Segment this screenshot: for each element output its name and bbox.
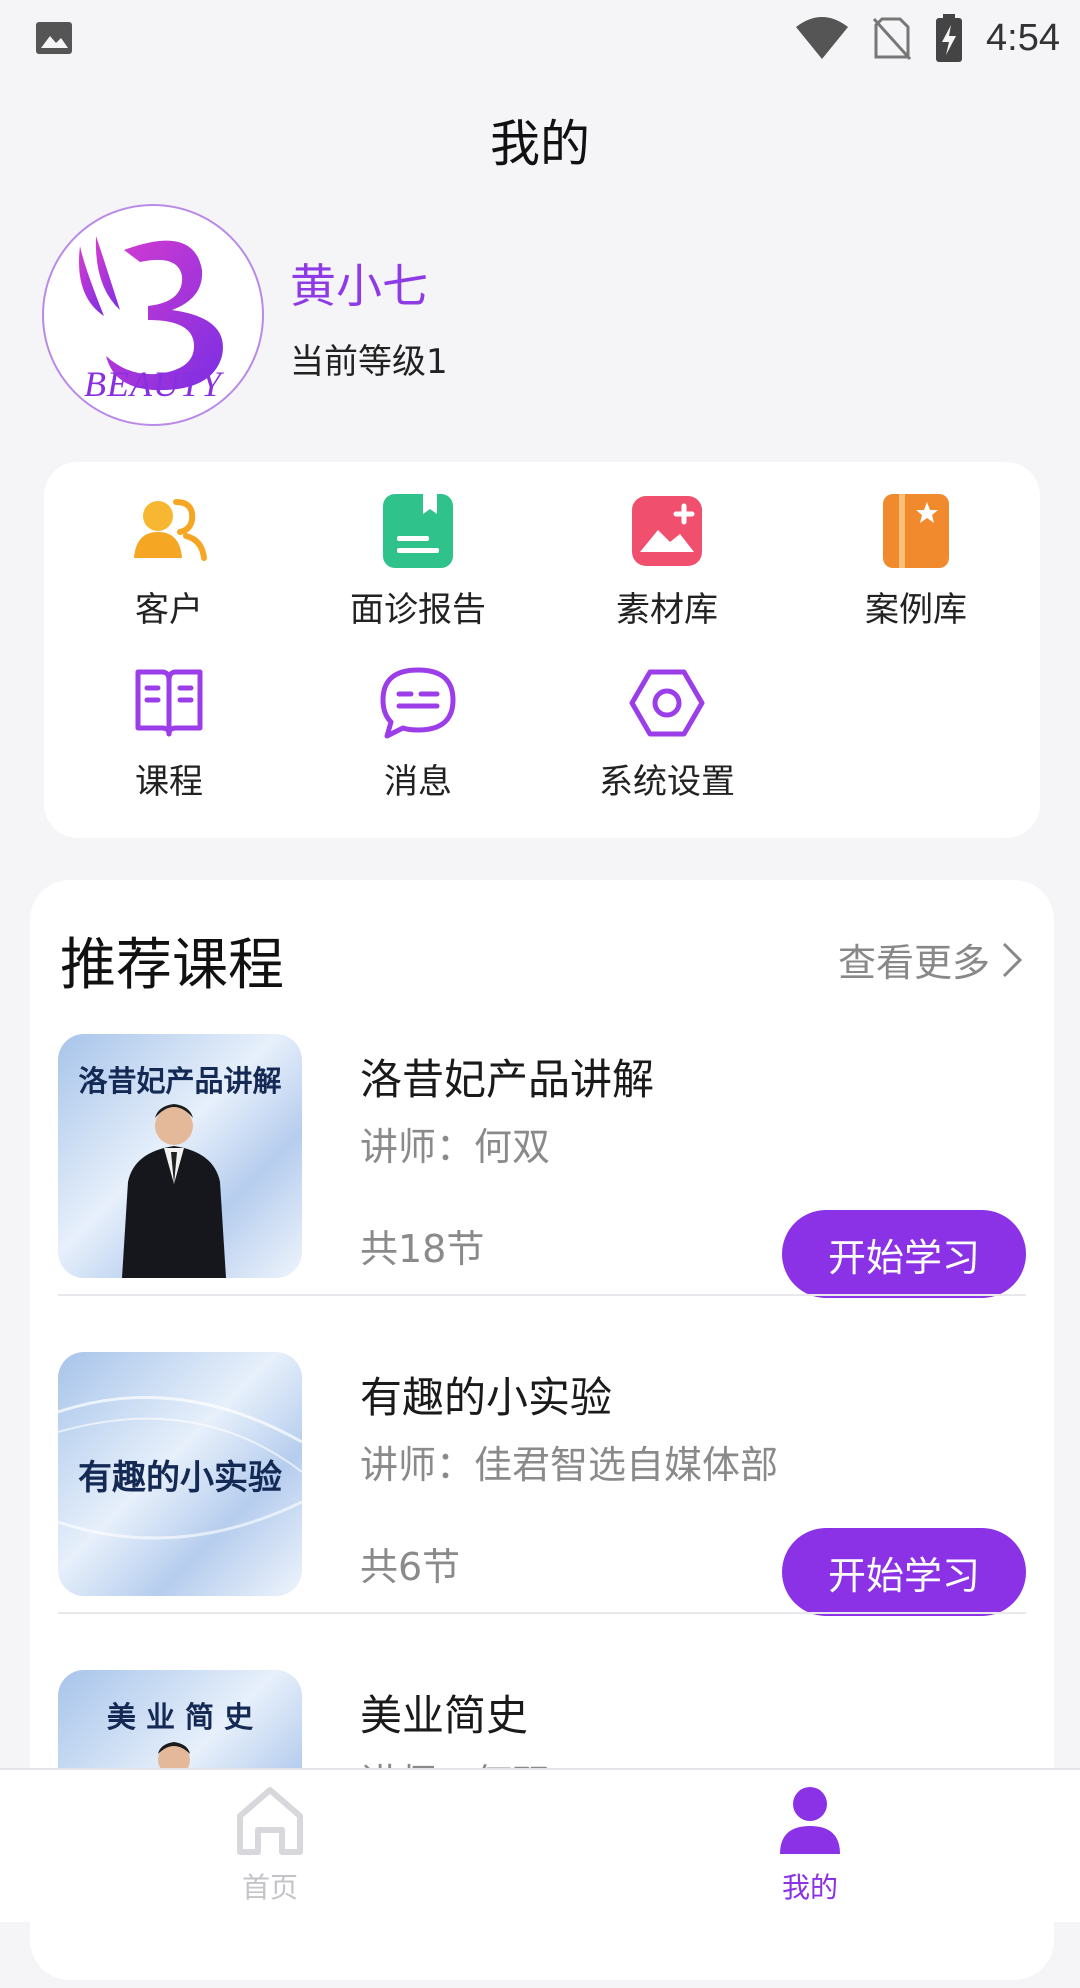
nav-label: 我的 [781, 1871, 838, 1904]
course-item[interactable]: 洛昔妃产品讲解 洛昔妃产品讲解 讲师：何双 共18节 开始学习 [58, 1034, 1026, 1352]
chevron-right-icon [1002, 942, 1023, 977]
gallery-icon [632, 496, 702, 566]
function-menu: 客户 面诊报告 素材库 案例库 课程 消息 系统设置 [44, 462, 1040, 838]
menu-item-settings[interactable]: 系统设置 [542, 664, 792, 803]
course-title: 有趣的小实验 [360, 1373, 613, 1422]
status-bar: 4:54 [0, 0, 1080, 76]
menu-label: 课程 [135, 762, 203, 802]
avatar-brand-text: BEAUTY [84, 364, 225, 404]
course-item[interactable]: 有趣的小实验 有趣的小实验 讲师：佳君智选自媒体部 共6节 开始学习 [58, 1352, 1026, 1670]
user-level: 当前等级1 [290, 342, 448, 382]
nav-item-home[interactable]: 首页 [170, 1782, 370, 1906]
presenter-image [122, 1104, 226, 1278]
user-name: 黄小七 [290, 259, 428, 313]
menu-item-cases[interactable]: 案例库 [791, 492, 1041, 631]
book-icon [135, 669, 203, 737]
case-book-icon [883, 494, 949, 568]
course-thumbnail: 有趣的小实验 [58, 1352, 302, 1596]
beauty-logo: BEAUTY [79, 236, 225, 404]
page-title: 我的 [490, 115, 590, 173]
course-title: 洛昔妃产品讲解 [360, 1055, 655, 1104]
bottom-navigation: 首页 我的 [0, 1768, 1080, 1922]
customers-icon [134, 499, 207, 561]
avatar[interactable]: BEAUTY [42, 204, 264, 426]
report-icon [383, 494, 453, 568]
menu-label: 面诊报告 [350, 590, 486, 630]
view-more-link[interactable]: 查看更多 [838, 932, 1024, 987]
menu-label: 素材库 [616, 590, 718, 630]
course-teacher: 讲师：何双 [360, 1125, 551, 1169]
nav-item-mine[interactable]: 我的 [710, 1782, 910, 1906]
start-learning-button[interactable]: 开始学习 [782, 1210, 1026, 1298]
clock: 4:54 [986, 16, 1060, 59]
course-thumbnail: 洛昔妃产品讲解 [58, 1034, 302, 1278]
home-icon [237, 1787, 303, 1855]
divider [58, 1294, 1026, 1296]
menu-item-messages[interactable]: 消息 [293, 664, 543, 803]
menu-item-customers[interactable]: 客户 [44, 492, 294, 631]
lesson-count: 共6节 [360, 1545, 461, 1589]
menu-label: 系统设置 [599, 762, 735, 802]
menu-item-courses[interactable]: 课程 [44, 664, 294, 803]
image-icon [36, 22, 72, 54]
menu-label: 案例库 [865, 590, 967, 630]
no-sim-icon [872, 17, 912, 61]
start-learning-button[interactable]: 开始学习 [782, 1528, 1026, 1616]
lesson-count: 共18节 [360, 1227, 485, 1271]
menu-label: 消息 [384, 762, 452, 802]
menu-item-report[interactable]: 面诊报告 [293, 492, 543, 631]
settings-icon [629, 669, 705, 737]
menu-item-materials[interactable]: 素材库 [542, 492, 792, 631]
view-more-label: 查看更多 [837, 941, 990, 985]
thumbnail-title: 有趣的小实验 [78, 1458, 282, 1498]
section-title: 推荐课程 [60, 933, 284, 998]
battery-charging-icon [936, 14, 963, 62]
course-teacher: 讲师：佳君智选自媒体部 [360, 1443, 779, 1487]
menu-label: 客户 [135, 590, 203, 630]
person-icon [780, 1787, 840, 1854]
divider [58, 1612, 1026, 1614]
wifi-icon [796, 17, 849, 59]
nav-label: 首页 [241, 1871, 298, 1904]
message-icon [380, 667, 456, 739]
course-title: 美业简史 [360, 1691, 529, 1740]
